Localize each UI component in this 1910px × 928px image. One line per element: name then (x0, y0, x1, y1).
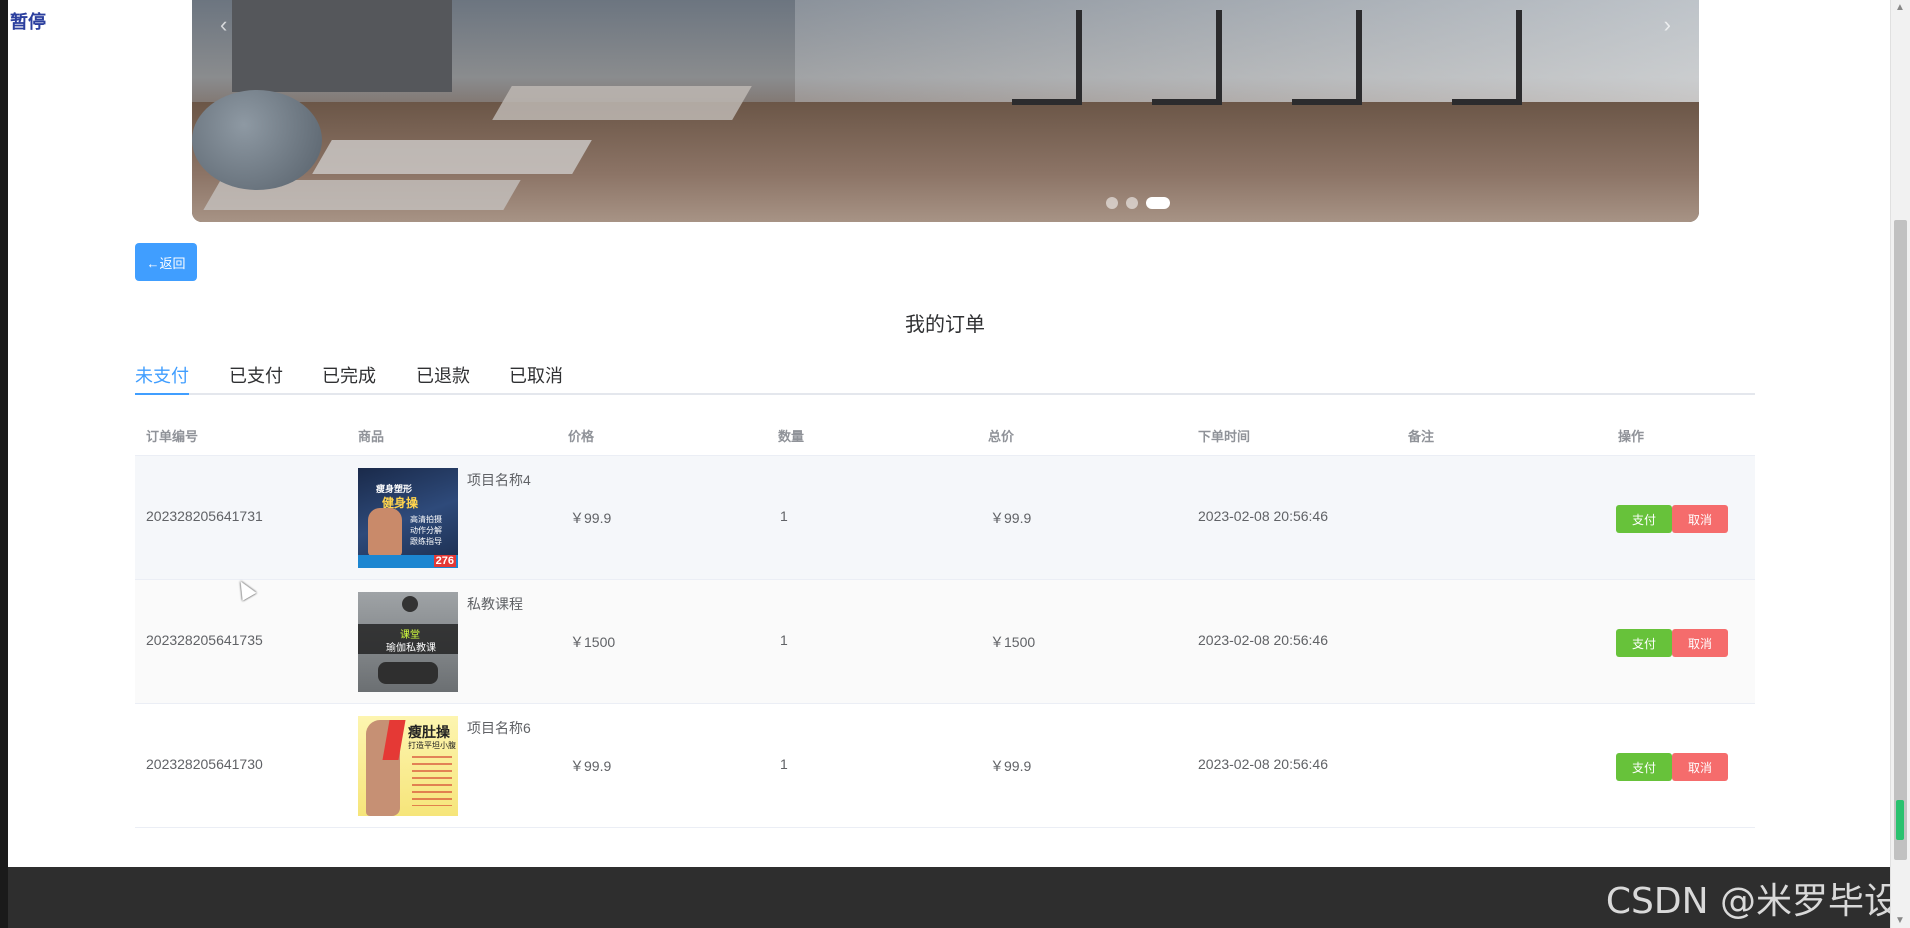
pay-button[interactable]: 支付 (1616, 505, 1672, 533)
total-price: ￥99.9 (990, 758, 1032, 774)
watermark: CSDN @米罗毕设 (1605, 881, 1900, 922)
banner-mat (312, 140, 592, 174)
carousel-indicators (1106, 197, 1170, 209)
quantity: 1 (780, 508, 788, 524)
scrollbar-indicator (1896, 800, 1904, 840)
tab-refunded[interactable]: 已退款 (416, 362, 470, 393)
pay-button[interactable]: 支付 (1616, 629, 1672, 657)
page-title: 我的订单 (905, 314, 985, 336)
banner-bike (1292, 10, 1362, 105)
carousel-next-arrow-icon[interactable]: › (1664, 12, 1671, 38)
quantity: 1 (780, 632, 788, 648)
vertical-scrollbar[interactable]: ▲ ▼ (1890, 0, 1910, 928)
header-actions: 操作 (1618, 429, 1645, 444)
scrollbar-thumb[interactable] (1894, 220, 1907, 860)
product-image: 瘦肚操 打造平坦小腹 (358, 716, 458, 816)
scroll-down-arrow-icon[interactable]: ▼ (1895, 915, 1905, 926)
total-price: ￥1500 (990, 634, 1036, 650)
tab-cancelled[interactable]: 已取消 (509, 362, 563, 393)
banner-carousel[interactable]: ‹ › (192, 0, 1699, 222)
header-quantity: 数量 (778, 429, 805, 444)
carousel-prev-arrow-icon[interactable]: ‹ (220, 12, 227, 38)
product-image: 瘦身塑形 健身操 高清拍摄 动作分解 跟练指导 276 (358, 468, 458, 568)
product-image-figure (378, 662, 438, 684)
table-row: 202328205641730 瘦肚操 打造平坦小腹 项目名称6 ￥99.9 1… (135, 704, 1755, 828)
pause-label[interactable]: 暂停 (10, 8, 46, 34)
product-image-text: 276 (433, 555, 456, 567)
product-image-text: 高清拍摄 动作分解 跟练指导 (410, 515, 442, 546)
banner-treadmill (1012, 10, 1082, 105)
banner-mat (492, 86, 752, 120)
carousel-dot[interactable] (1126, 197, 1138, 209)
order-time: 2023-02-08 20:56:46 (1198, 756, 1328, 772)
cancel-button[interactable]: 取消 (1672, 505, 1728, 533)
header-total: 总价 (988, 429, 1015, 444)
product-name: 项目名称4 (467, 472, 531, 488)
product-image-text: 瑜伽私教课 (386, 643, 436, 654)
order-number: 202328205641731 (146, 508, 263, 524)
tab-unpaid[interactable]: 未支付 (135, 362, 189, 395)
product-image-figure (368, 508, 402, 556)
banner-treadmill (1152, 10, 1222, 105)
product-image-lines (412, 756, 452, 806)
header-product: 商品 (358, 429, 385, 444)
table-row: 202328205641731 瘦身塑形 健身操 高清拍摄 动作分解 跟练指导 … (135, 456, 1755, 580)
cancel-button[interactable]: 取消 (1672, 629, 1728, 657)
banner-cabinet (232, 0, 452, 92)
scroll-up-arrow-icon[interactable]: ▲ (1895, 2, 1905, 13)
orders-table: 订单编号 商品 价格 数量 总价 下单时间 备注 操作 202328205641… (135, 412, 1755, 828)
table-header: 订单编号 商品 价格 数量 总价 下单时间 备注 操作 (135, 412, 1755, 456)
carousel-dot[interactable] (1106, 197, 1118, 209)
banner-ball (192, 90, 322, 190)
banner-bike (1452, 10, 1522, 105)
quantity: 1 (780, 756, 788, 772)
back-button[interactable]: ←返回 (135, 243, 197, 281)
tab-completed[interactable]: 已完成 (322, 362, 376, 393)
product-name: 项目名称6 (467, 720, 531, 736)
header-note: 备注 (1408, 429, 1435, 444)
tab-paid[interactable]: 已支付 (229, 362, 283, 393)
header-order-no: 订单编号 (146, 429, 199, 444)
product-image: 课堂 瑜伽私教课 (358, 592, 458, 692)
total-price: ￥99.9 (990, 510, 1032, 526)
table-row: 202328205641735 课堂 瑜伽私教课 私教课程 ￥1500 1 ￥1… (135, 580, 1755, 704)
order-time: 2023-02-08 20:56:46 (1198, 508, 1328, 524)
header-order-time: 下单时间 (1198, 429, 1251, 444)
order-number: 202328205641730 (146, 756, 263, 772)
product-image-text: 打造平坦小腹 (408, 741, 456, 750)
carousel-dot-active[interactable] (1146, 197, 1170, 209)
price: ￥99.9 (570, 758, 612, 774)
price: ￥1500 (570, 634, 616, 650)
product-image-figure (402, 596, 418, 612)
left-edge (0, 0, 8, 928)
price: ￥99.9 (570, 510, 612, 526)
product-name: 私教课程 (467, 596, 523, 612)
cancel-button[interactable]: 取消 (1672, 753, 1728, 781)
header-price: 价格 (568, 429, 595, 444)
order-status-tabs: 未支付 已支付 已完成 已退款 已取消 (135, 362, 1755, 395)
order-time: 2023-02-08 20:56:46 (1198, 632, 1328, 648)
order-number: 202328205641735 (146, 632, 263, 648)
pay-button[interactable]: 支付 (1616, 753, 1672, 781)
product-image-text: 瘦肚操 (408, 724, 450, 740)
